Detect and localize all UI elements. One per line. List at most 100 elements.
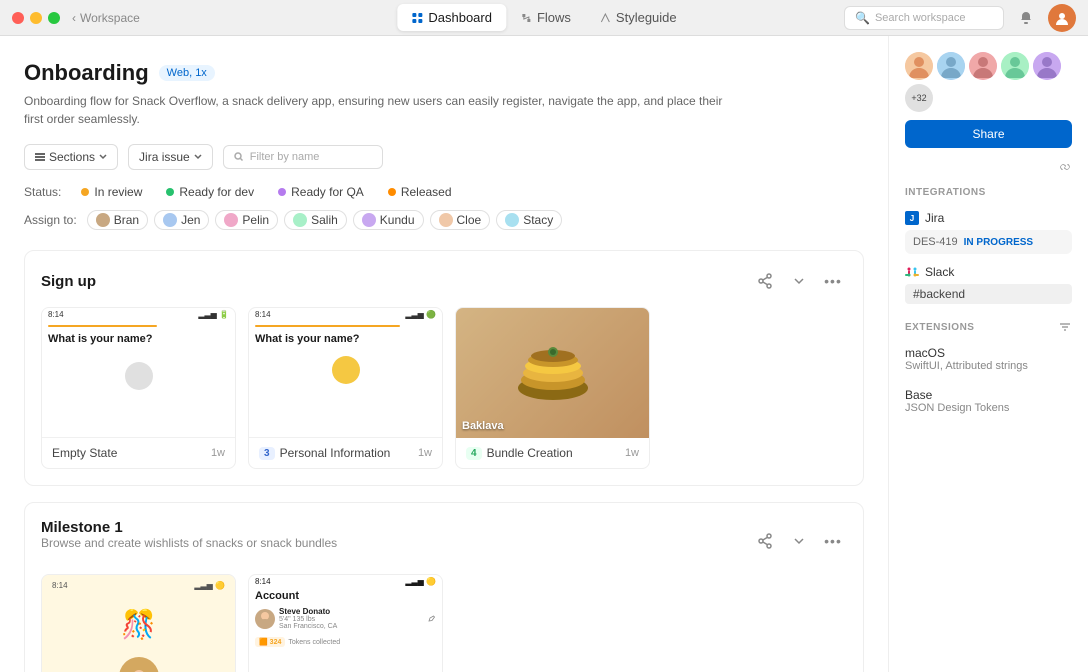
- section-milestone-1-desc: Browse and create wishlists of snacks or…: [41, 536, 751, 550]
- jira-dropdown[interactable]: Jira issue: [128, 144, 213, 170]
- status-dot-yellow: [81, 188, 89, 196]
- slack-channel[interactable]: #backend: [905, 284, 1072, 304]
- ticket-id: DES-419: [913, 236, 958, 248]
- status-dot-orange: [388, 188, 396, 196]
- extensions-title: EXTENSIONS: [905, 322, 974, 333]
- traffic-lights: [12, 12, 60, 24]
- search-bar[interactable]: 🔍 Search workspace: [844, 6, 1004, 30]
- tab-styleguide-label: Styleguide: [616, 10, 677, 25]
- token-badge: 🟧 324: [255, 637, 285, 647]
- status-ready-for-qa[interactable]: Ready for QA: [270, 182, 372, 202]
- nav-tabs: Dashboard Flows Styleguide: [397, 4, 690, 31]
- copy-link-button[interactable]: [1058, 160, 1072, 177]
- tab-dashboard-label: Dashboard: [428, 10, 492, 25]
- sections-dropdown[interactable]: Sections: [24, 144, 118, 170]
- page-badge: Web, 1x: [159, 65, 215, 81]
- collaborator-more[interactable]: +32: [905, 84, 933, 112]
- slack-integration[interactable]: Slack: [905, 260, 1072, 284]
- jira-label: Jira issue: [139, 150, 190, 164]
- assignee-pelin[interactable]: Pelin: [215, 210, 278, 230]
- food-baklava-illustration: [513, 338, 593, 408]
- card-bundle-creation[interactable]: Baklava 4 Bundle Creation 1w: [455, 307, 650, 469]
- section-more-button[interactable]: •••: [819, 267, 847, 295]
- assignee-salih[interactable]: Salih: [284, 210, 347, 230]
- assignee-cloe[interactable]: Cloe: [430, 210, 491, 230]
- filter-input[interactable]: Filter by name: [223, 145, 383, 169]
- card-personal-info-time: 1w: [418, 447, 432, 459]
- extension-macos-sub: SwiftUI, Attributed strings: [905, 360, 1072, 372]
- status-released[interactable]: Released: [380, 182, 460, 202]
- status-in-review[interactable]: In review: [73, 182, 150, 202]
- maximize-button[interactable]: [48, 12, 60, 24]
- extension-macos[interactable]: macOS SwiftUI, Attributed strings: [905, 342, 1072, 376]
- card-personal-info-badge: 3: [259, 447, 275, 460]
- account-user-stats: 5'4" 135 lbs: [279, 616, 424, 623]
- assignee-bran[interactable]: Bran: [87, 210, 148, 230]
- card-celebration-preview: 8:14▂▃▅ 🟡 🎊: [42, 575, 235, 672]
- tab-styleguide[interactable]: Styleguide: [585, 4, 691, 31]
- jira-ticket[interactable]: DES-419 IN PROGRESS: [905, 230, 1072, 254]
- jira-integration[interactable]: J Jira: [905, 206, 1072, 230]
- assignee-kundu[interactable]: Kundu: [353, 210, 424, 230]
- sign-up-cards: 8:14 ▂▃▅ 🔋 What is your name?: [41, 307, 847, 469]
- section-milestone-1-header: Milestone 1 Browse and create wishlists …: [41, 519, 847, 562]
- minimize-button[interactable]: [30, 12, 42, 24]
- collaborator-avatar-4: [1001, 52, 1029, 80]
- status-label: Status:: [24, 185, 61, 199]
- flows-icon: [520, 12, 532, 24]
- page-description: Onboarding flow for Snack Overflow, a sn…: [24, 92, 724, 128]
- card-bundle-creation-label: Bundle Creation: [487, 446, 573, 460]
- main-layout: Onboarding Web, 1x Onboarding flow for S…: [0, 36, 1088, 672]
- slack-label: Slack: [925, 265, 954, 279]
- account-user-location: San Francisco, CA: [279, 623, 424, 630]
- tokens-label: Tokens collected: [288, 639, 340, 646]
- sidebar: +32 Share INTEGRATIONS J Jira DES-419 IN…: [888, 36, 1088, 672]
- section-collapse-button[interactable]: [785, 267, 813, 295]
- tab-dashboard[interactable]: Dashboard: [397, 4, 506, 31]
- integrations-title: INTEGRATIONS: [905, 187, 1072, 198]
- tab-flows-label: Flows: [537, 10, 571, 25]
- section-sign-up-actions: •••: [751, 267, 847, 295]
- back-button[interactable]: ‹ Workspace: [72, 11, 140, 25]
- page-title-row: Onboarding Web, 1x: [24, 60, 864, 86]
- account-tokens-row: 🟧 324 Tokens collected: [249, 634, 442, 650]
- card-empty-state-time: 1w: [211, 447, 225, 459]
- account-status-bar: 8:14▂▃▅ 🟡: [249, 575, 442, 588]
- milestone-1-cards: 8:14▂▃▅ 🟡 🎊: [41, 574, 847, 672]
- collaborator-more-count: +32: [911, 93, 926, 103]
- dashboard-icon: [411, 12, 423, 24]
- notification-button[interactable]: [1012, 4, 1040, 32]
- card-empty-state-footer: Empty State 1w: [42, 438, 235, 468]
- sections-icon: [35, 152, 45, 162]
- close-button[interactable]: [12, 12, 24, 24]
- assign-row: Assign to: Bran Jen Pelin Salih Kundu Cl…: [24, 210, 864, 230]
- chevron-down-icon: [99, 153, 107, 161]
- section-m1-collapse-button[interactable]: [785, 527, 813, 555]
- status-filter-row: Status: In review Ready for dev Ready fo…: [24, 182, 864, 202]
- extension-macos-name: macOS: [905, 346, 1072, 360]
- titlebar: ‹ Workspace Dashboard Flows Styleguide 🔍…: [0, 0, 1088, 36]
- card-account[interactable]: 8:14▂▃▅ 🟡 Account Steve Donato 5'4" 135 …: [248, 574, 443, 672]
- account-avatar: [255, 609, 275, 629]
- account-title: Account: [249, 588, 442, 605]
- status-ready-for-dev[interactable]: Ready for dev: [158, 182, 262, 202]
- section-sign-up-header: Sign up •••: [41, 267, 847, 295]
- user-avatar[interactable]: [1048, 4, 1076, 32]
- card-personal-info-label: Personal Information: [280, 446, 391, 460]
- slack-icon: [905, 265, 919, 279]
- jira-label: Jira: [925, 211, 944, 225]
- section-m1-more-button[interactable]: •••: [819, 527, 847, 555]
- card-empty-state[interactable]: 8:14 ▂▃▅ 🔋 What is your name?: [41, 307, 236, 469]
- tab-flows[interactable]: Flows: [506, 4, 585, 31]
- page-header: Onboarding Web, 1x Onboarding flow for S…: [24, 60, 864, 128]
- food-label: Baklava: [462, 420, 504, 432]
- extension-base[interactable]: Base JSON Design Tokens: [905, 384, 1072, 418]
- card-personal-info[interactable]: 8:14 ▂▃▅ 🟢 What is your name?: [248, 307, 443, 469]
- section-share-button[interactable]: [751, 267, 779, 295]
- section-m1-share-button[interactable]: [751, 527, 779, 555]
- assignee-stacy[interactable]: Stacy: [496, 210, 562, 230]
- extensions-filter-button[interactable]: [1058, 320, 1072, 334]
- assignee-jen[interactable]: Jen: [154, 210, 209, 230]
- card-celebration[interactable]: 8:14▂▃▅ 🟡 🎊: [41, 574, 236, 672]
- share-button[interactable]: Share: [905, 120, 1072, 148]
